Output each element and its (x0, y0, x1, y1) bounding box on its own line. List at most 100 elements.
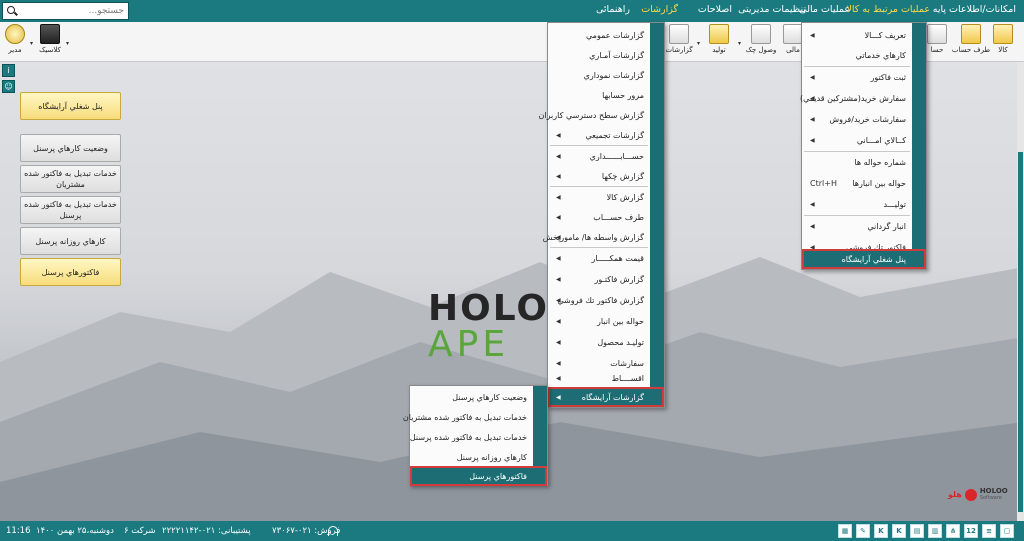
menu-item-staff-work-status[interactable]: وضعيت كارهاي پرسنل (410, 387, 533, 407)
menu-financial-operations[interactable]: عملیات مالی (799, 4, 850, 15)
calendar-icon[interactable]: 12 (964, 524, 978, 538)
menu-reports[interactable]: گزارشات (641, 4, 678, 15)
quick-panel-staff-services-button[interactable]: خدمات تبديل به فاكتور شده پرسنل (20, 196, 121, 224)
menu-item-warehouse-transfer-report[interactable]: ◀ حواله بين انبار (548, 311, 650, 331)
grid-icon[interactable]: ▥ (928, 524, 942, 538)
quick-panel-staff-invoices-button[interactable]: فاكتورهاي پرسنل (20, 258, 121, 286)
menu-item-stocktaking[interactable]: ◀ انبار گرداني (802, 216, 912, 236)
menu-item-single-sale-invoice-report[interactable]: ◀ گزارش فاكتور تك فروشي (548, 290, 650, 310)
ledger-icon (927, 24, 947, 44)
menu-item-aggregate-reports[interactable]: ◀ گزارشات تجميعي (548, 125, 650, 145)
chevron-down-icon[interactable]: ▾ (697, 40, 700, 47)
menu-item-define-goods[interactable]: ◀ تعريف كـــالا (802, 25, 912, 45)
quick-panel-title-button[interactable]: پنل شغلي آرايشگاه (20, 92, 121, 120)
menu-item-remittance-numbers[interactable]: شماره حواله ها (802, 152, 912, 172)
production-icon (709, 24, 729, 44)
submenu-arrow-icon: ◀ (810, 94, 815, 102)
submenu-arrow-icon: ◀ (556, 131, 561, 139)
menu-item-product-production[interactable]: ◀ توليـد محصول (548, 332, 650, 352)
menu-item-cheque-report[interactable]: ◀ گزارش چكها (548, 166, 650, 186)
menu-item-account-review[interactable]: مرور حسابها (548, 85, 650, 105)
calculator-icon[interactable]: ▦ (838, 524, 852, 538)
menu-corrections[interactable]: اصلاحات (698, 4, 732, 15)
search-box[interactable] (2, 2, 129, 20)
toolbar-finance-label: مالی (786, 46, 800, 54)
quick-panel-customer-services-button[interactable]: خدمات تبديل به فاكتور شده مشتريان (20, 165, 121, 193)
brand-name: HOLOO (979, 487, 1008, 495)
toolbar-account-label: طرف حساب (951, 46, 991, 54)
menu-management-settings[interactable]: تنظیمات مدیریتی (738, 4, 806, 15)
submenu-arrow-icon: ◀ (810, 115, 815, 123)
toolbar-accounting-button[interactable]: حسا (926, 24, 948, 60)
toolbar-cheque-button[interactable]: وصول چک (746, 24, 776, 60)
menu-item-customer-converted-services[interactable]: خدمات تبديل به فاكتور شده مشتريان (403, 407, 533, 427)
menu-basic-info[interactable]: امکانات/اطلاعات پایه (933, 4, 1016, 15)
menu-item-consignment-goods[interactable]: ◀ كــالاي امـــاني (802, 130, 912, 150)
chevron-down-icon[interactable]: ▾ (738, 40, 741, 47)
menu-item-services[interactable]: كارهاي خدماتي (802, 45, 912, 65)
share-icon[interactable]: ⋔ (946, 524, 960, 538)
menu-item-salon-panel[interactable]: پنل شغلي آرايشگاه (802, 249, 926, 269)
toolbar-manager-button[interactable]: مدیر (2, 24, 28, 60)
keyboard-k2-icon[interactable]: K (892, 524, 906, 538)
toolbar-production-button[interactable]: تولید (704, 24, 734, 60)
tools-icon[interactable]: ✎ (856, 524, 870, 538)
menu-item-staff-invoices[interactable]: فاكتورهاي پرسنل (410, 466, 547, 486)
submenu-arrow-icon: ◀ (810, 73, 815, 81)
menu-item-accounting[interactable]: ◀ حســـابــــــداري (548, 146, 650, 166)
quick-panel-daily-works-button[interactable]: كارهاي روزانه پرسنل (20, 227, 121, 255)
info-icon[interactable]: i (2, 64, 15, 77)
logo-apex: APE (428, 324, 510, 365)
cheque-icon (751, 24, 771, 44)
user-icon[interactable]: ☺ (2, 80, 15, 93)
menu-item-general-reports[interactable]: گزارشات عمومي (548, 25, 650, 45)
search-icon[interactable] (7, 5, 18, 17)
submenu-arrow-icon: ◀ (556, 275, 561, 283)
toolbar-reports-button[interactable]: گزارشات (664, 24, 694, 60)
menu-item-chart-reports[interactable]: گزارشات نموداري (548, 65, 650, 85)
menu-item-goods-report[interactable]: ◀ گزارش كالا (548, 187, 650, 207)
menu-item-buy-sell-orders[interactable]: ◀ سفارشات خريد/فروش (802, 109, 912, 129)
chevron-down-icon[interactable]: ▾ (66, 40, 69, 47)
menu-help[interactable]: راهنمائی (596, 4, 630, 15)
submenu-arrow-icon: ◀ (810, 31, 815, 39)
menu-item-user-access-report[interactable]: گزارش سطح دسترسي كاربران (539, 105, 650, 125)
menu-item-staff-daily-works[interactable]: كارهاي روزانه پرسنل (410, 447, 533, 467)
submenu-arrow-icon: ◀ (556, 254, 561, 262)
menu-item-installments[interactable]: ◀ اقســــاط (548, 368, 650, 388)
menu-item-invoice-report[interactable]: ◀ گزارش فاكتـور (548, 269, 650, 289)
menu-item-statistical-reports[interactable]: گزارشات آمـاري (548, 45, 650, 65)
scrollbar-thumb[interactable] (1018, 152, 1023, 512)
menu-item-salon-reports[interactable]: ◀ گزارشات آرايشگاه (548, 387, 664, 407)
toolbar-goods-button[interactable]: کالا (988, 24, 1018, 60)
submenu-arrow-icon: ◀ (810, 136, 815, 144)
top-menu-bar: امکانات/اطلاعات پایه عملیات مرتبط به کال… (0, 0, 1024, 22)
submenu-arrow-icon: ◀ (556, 193, 561, 201)
menu-item-production[interactable]: ◀ توليـــد (802, 194, 912, 214)
toolbar-account-button[interactable]: طرف حساب (952, 24, 990, 60)
report-icon (669, 24, 689, 44)
keyboard-k-icon[interactable]: K (874, 524, 888, 538)
menu-item-agents-report[interactable]: ◀ گزارش واسطه ها/ مامورپخش (543, 227, 650, 247)
submenu-arrow-icon: ◀ (556, 317, 561, 325)
chevron-down-icon[interactable]: ▾ (30, 40, 33, 47)
menu-item-account-party[interactable]: ◀ طرف حســـاب (548, 207, 650, 227)
quick-panel-staff-status-button[interactable]: وضعيت كارهاي پرسنل (20, 134, 121, 162)
classic-icon (40, 24, 60, 44)
menu-goods-operations[interactable]: عملیات مرتبط به کالا (846, 4, 930, 15)
status-company: شرکت ۶ (124, 526, 156, 536)
toolbar-classic-button[interactable]: کلاسیک (36, 24, 64, 60)
vertical-scrollbar[interactable] (1017, 62, 1024, 521)
menu-item-partner-price[interactable]: ◀ قيمت همكـــــار (548, 248, 650, 268)
print-icon[interactable]: ▤ (910, 524, 924, 538)
holoo-brand: هلو HOLOO Software (948, 487, 1008, 502)
menu-item-staff-converted-services[interactable]: خدمات تبديل به فاكتور شده پرسنل (410, 427, 533, 447)
window-icon[interactable]: ▢ (1000, 524, 1014, 538)
search-input[interactable] (21, 3, 124, 19)
status-bar: 11:16 دوشنبه،۲۵ بهمن ۱۴۰۰ شرکت ۶ پشتیبان… (0, 521, 1024, 541)
list-icon[interactable]: ≡ (982, 524, 996, 538)
menu-item-purchase-order-old[interactable]: ◀ سفارش خريد(مشتركين قديمي) (800, 88, 912, 108)
menu-item-warehouse-transfer[interactable]: Ctrl+H حواله بين انبارها (802, 173, 912, 193)
menu-item-register-invoice[interactable]: ◀ ثبت فاكتور (802, 67, 912, 87)
headset-icon (328, 526, 338, 536)
